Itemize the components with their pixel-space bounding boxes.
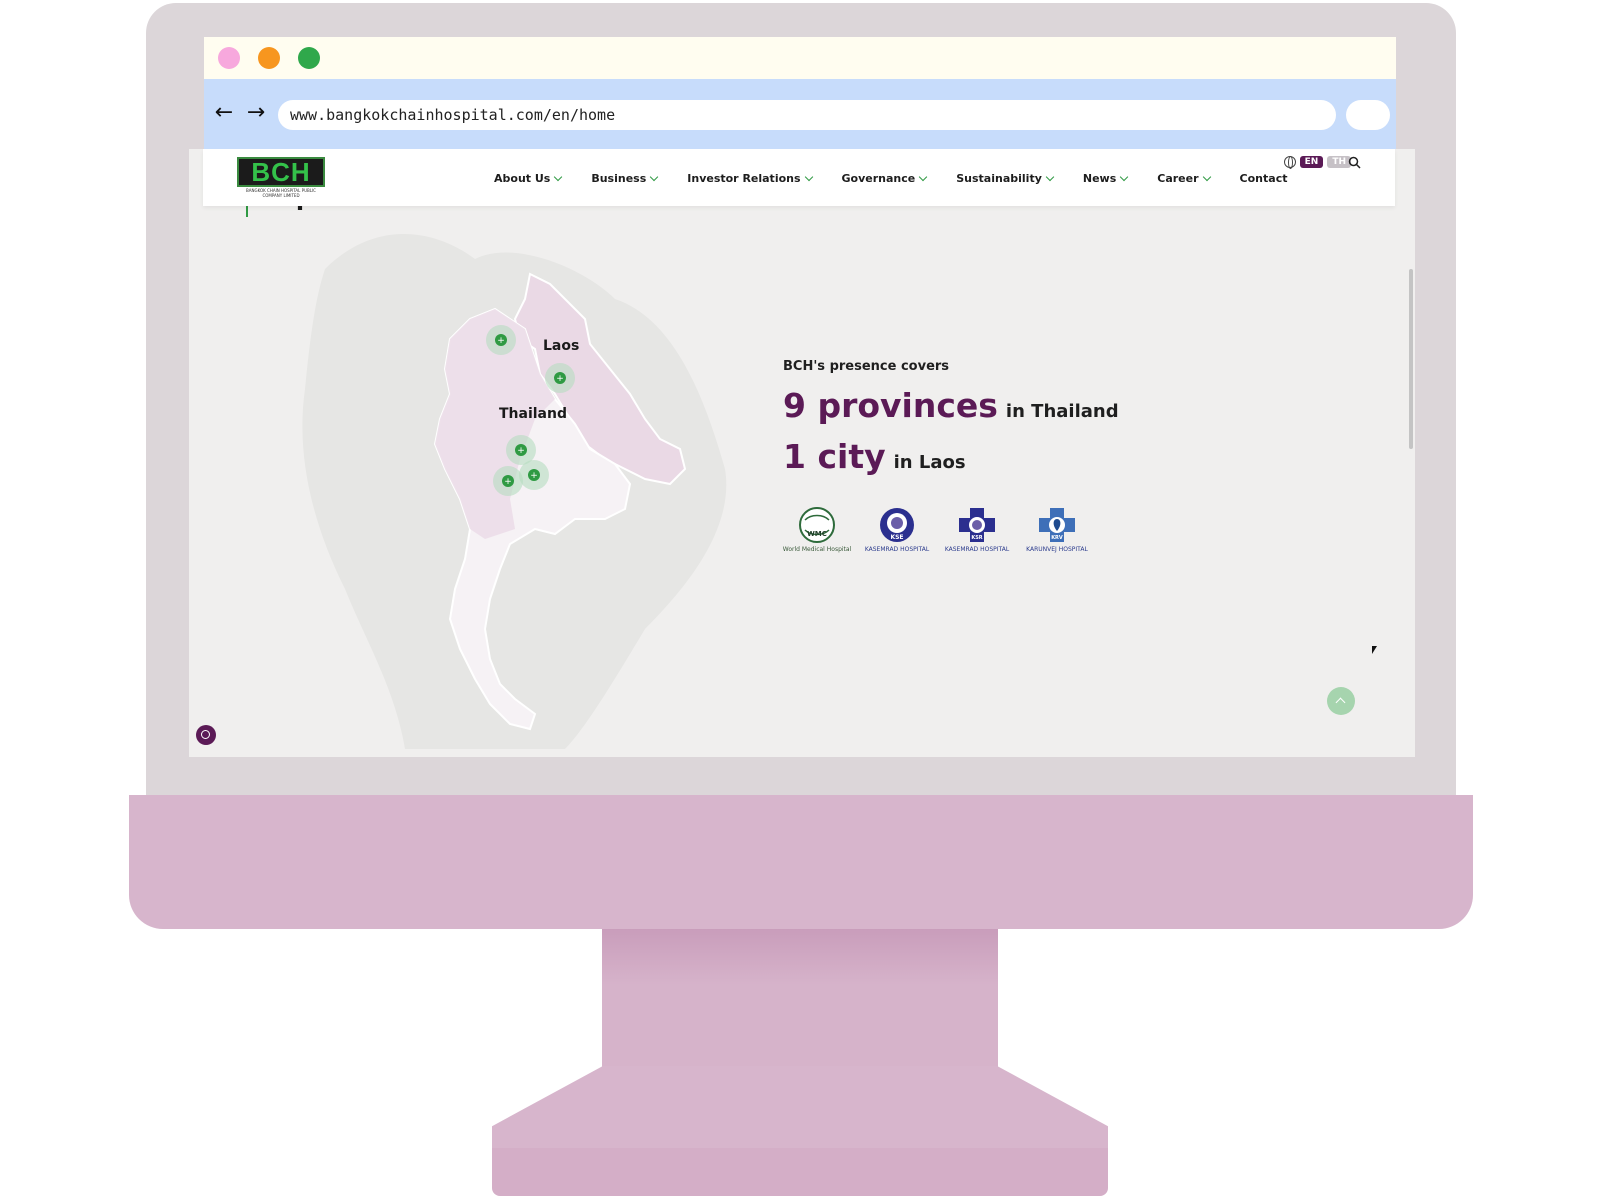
monitor-chin	[129, 795, 1473, 929]
stat-city: 1 city in Laos	[783, 437, 1119, 476]
nav-career[interactable]: Career	[1157, 172, 1239, 185]
stat-provinces: 9 provinces in Thailand	[783, 386, 1119, 425]
mouse-cursor-icon	[1372, 646, 1377, 654]
toolbar-action-button[interactable]	[1346, 100, 1390, 130]
hospital-logo-krv[interactable]: KRV KARUNVEJ HOSPITAL	[1023, 506, 1091, 564]
kasemrad-cross-icon: KSR	[959, 508, 995, 542]
map-marker[interactable]: +	[519, 460, 549, 490]
presence-caption: BCH's presence covers	[783, 359, 950, 374]
chevron-down-icon	[1045, 172, 1055, 182]
krv-mark: KRV	[1051, 535, 1063, 541]
search-icon[interactable]	[1348, 156, 1361, 169]
stat-suffix: in Laos	[893, 452, 966, 473]
page-scrollbar[interactable]	[1409, 269, 1413, 449]
chevron-down-icon	[650, 172, 659, 182]
back-arrow-icon[interactable]: ←	[212, 98, 236, 128]
nav-label: Sustainability	[956, 172, 1042, 185]
svg-text:+: +	[504, 477, 512, 487]
svg-text:+: +	[530, 471, 538, 481]
map-label-laos: Laos	[543, 338, 580, 354]
map-marker[interactable]: +	[486, 325, 516, 355]
browser-toolbar: ← → www.bangkokchainhospital.com/en/home	[204, 79, 1396, 149]
kse-mark: KSE	[890, 534, 903, 541]
hospital-name: KASEMRAD HOSPITAL	[944, 546, 1010, 553]
forward-arrow-icon[interactable]: →	[244, 98, 268, 128]
svg-text:+: +	[497, 336, 505, 346]
nav-governance[interactable]: Governance	[842, 172, 957, 185]
nav-contact[interactable]: Contact	[1240, 172, 1318, 185]
nav-about-us[interactable]: About Us	[494, 172, 591, 185]
map-label-thailand: Thailand	[499, 406, 567, 422]
ksr-mark: KSR	[971, 535, 982, 541]
globe-icon	[1283, 156, 1296, 169]
hospital-logo-ksr[interactable]: KSR KASEMRAD HOSPITAL	[943, 506, 1011, 564]
nav-label: Business	[591, 172, 647, 185]
site-header: BCH BANGKOK CHAIN HOSPITAL PUBLIC COMPAN…	[203, 149, 1395, 206]
chevron-down-icon	[1120, 172, 1129, 182]
nav-sustainability[interactable]: Sustainability	[956, 172, 1083, 185]
browser-titlebar	[204, 37, 1396, 79]
hospital-name: KASEMRAD HOSPITAL	[864, 546, 930, 553]
stat-suffix: in Thailand	[1005, 401, 1119, 422]
scroll-to-top-button[interactable]	[1327, 687, 1355, 715]
page-viewport: BCH BANGKOK CHAIN HOSPITAL PUBLIC COMPAN…	[189, 149, 1415, 757]
logo-mark: BCH	[237, 157, 325, 187]
logo-tagline: BANGKOK CHAIN HOSPITAL PUBLIC COMPANY LI…	[246, 188, 316, 198]
wmc-globe-icon: WMC	[799, 507, 835, 543]
stat-value: 1 city	[783, 437, 886, 476]
svg-text:+: +	[556, 374, 564, 384]
monitor-stand-neck	[602, 929, 998, 1069]
window-minimize-button[interactable]	[258, 47, 280, 69]
kasemrad-emblem-icon: KSE	[880, 508, 914, 542]
hospital-name: KARUNVEJ HOSPITAL	[1026, 546, 1088, 553]
nav-label: Career	[1157, 172, 1199, 185]
chevron-down-icon	[1202, 172, 1211, 182]
map-marker[interactable]: +	[545, 363, 575, 393]
language-switcher: EN TH	[1283, 156, 1351, 169]
map-marker[interactable]: +	[493, 466, 523, 496]
main-nav: About Us Business Investor Relations Gov…	[494, 172, 1317, 185]
karunvej-cross-icon: KRV	[1039, 508, 1075, 542]
presence-panel: BCH's presence covers 9 provinces in Tha…	[783, 359, 1119, 476]
svg-text:+: +	[517, 446, 525, 456]
nav-investor-relations[interactable]: Investor Relations	[687, 172, 841, 185]
region-map: + + + + +	[302, 234, 727, 749]
nav-label: About Us	[494, 172, 551, 185]
monitor-stand-base	[492, 1066, 1108, 1152]
nav-label: Contact	[1239, 172, 1288, 185]
chevron-down-icon	[554, 172, 563, 182]
bch-logo[interactable]: BCH BANGKOK CHAIN HOSPITAL PUBLIC COMPAN…	[237, 157, 325, 198]
accessibility-icon[interactable]	[196, 725, 216, 745]
lang-en-button[interactable]: EN	[1299, 156, 1324, 168]
nav-news[interactable]: News	[1083, 172, 1157, 185]
nav-label: Governance	[841, 172, 916, 185]
window-close-button[interactable]	[218, 47, 240, 69]
hospital-name: World Medical Hospital	[782, 546, 852, 553]
nav-label: News	[1082, 172, 1117, 185]
hospital-logo-kse[interactable]: KSE KASEMRAD HOSPITAL	[863, 506, 931, 564]
window-maximize-button[interactable]	[298, 47, 320, 69]
hospital-logo-wmc[interactable]: WMC World Medical Hospital	[783, 506, 851, 564]
nav-label: Investor Relations	[687, 172, 801, 185]
chevron-down-icon	[804, 172, 813, 182]
wmc-mark: WMC	[807, 530, 827, 538]
stat-value: 9 provinces	[783, 386, 998, 425]
chevron-down-icon	[919, 172, 928, 182]
hospital-logos: WMC World Medical Hospital KSE KASEMRAD …	[783, 506, 1091, 564]
nav-business[interactable]: Business	[591, 172, 687, 185]
monitor-stand-foot	[492, 1148, 1108, 1196]
url-input[interactable]: www.bangkokchainhospital.com/en/home	[278, 100, 1336, 130]
